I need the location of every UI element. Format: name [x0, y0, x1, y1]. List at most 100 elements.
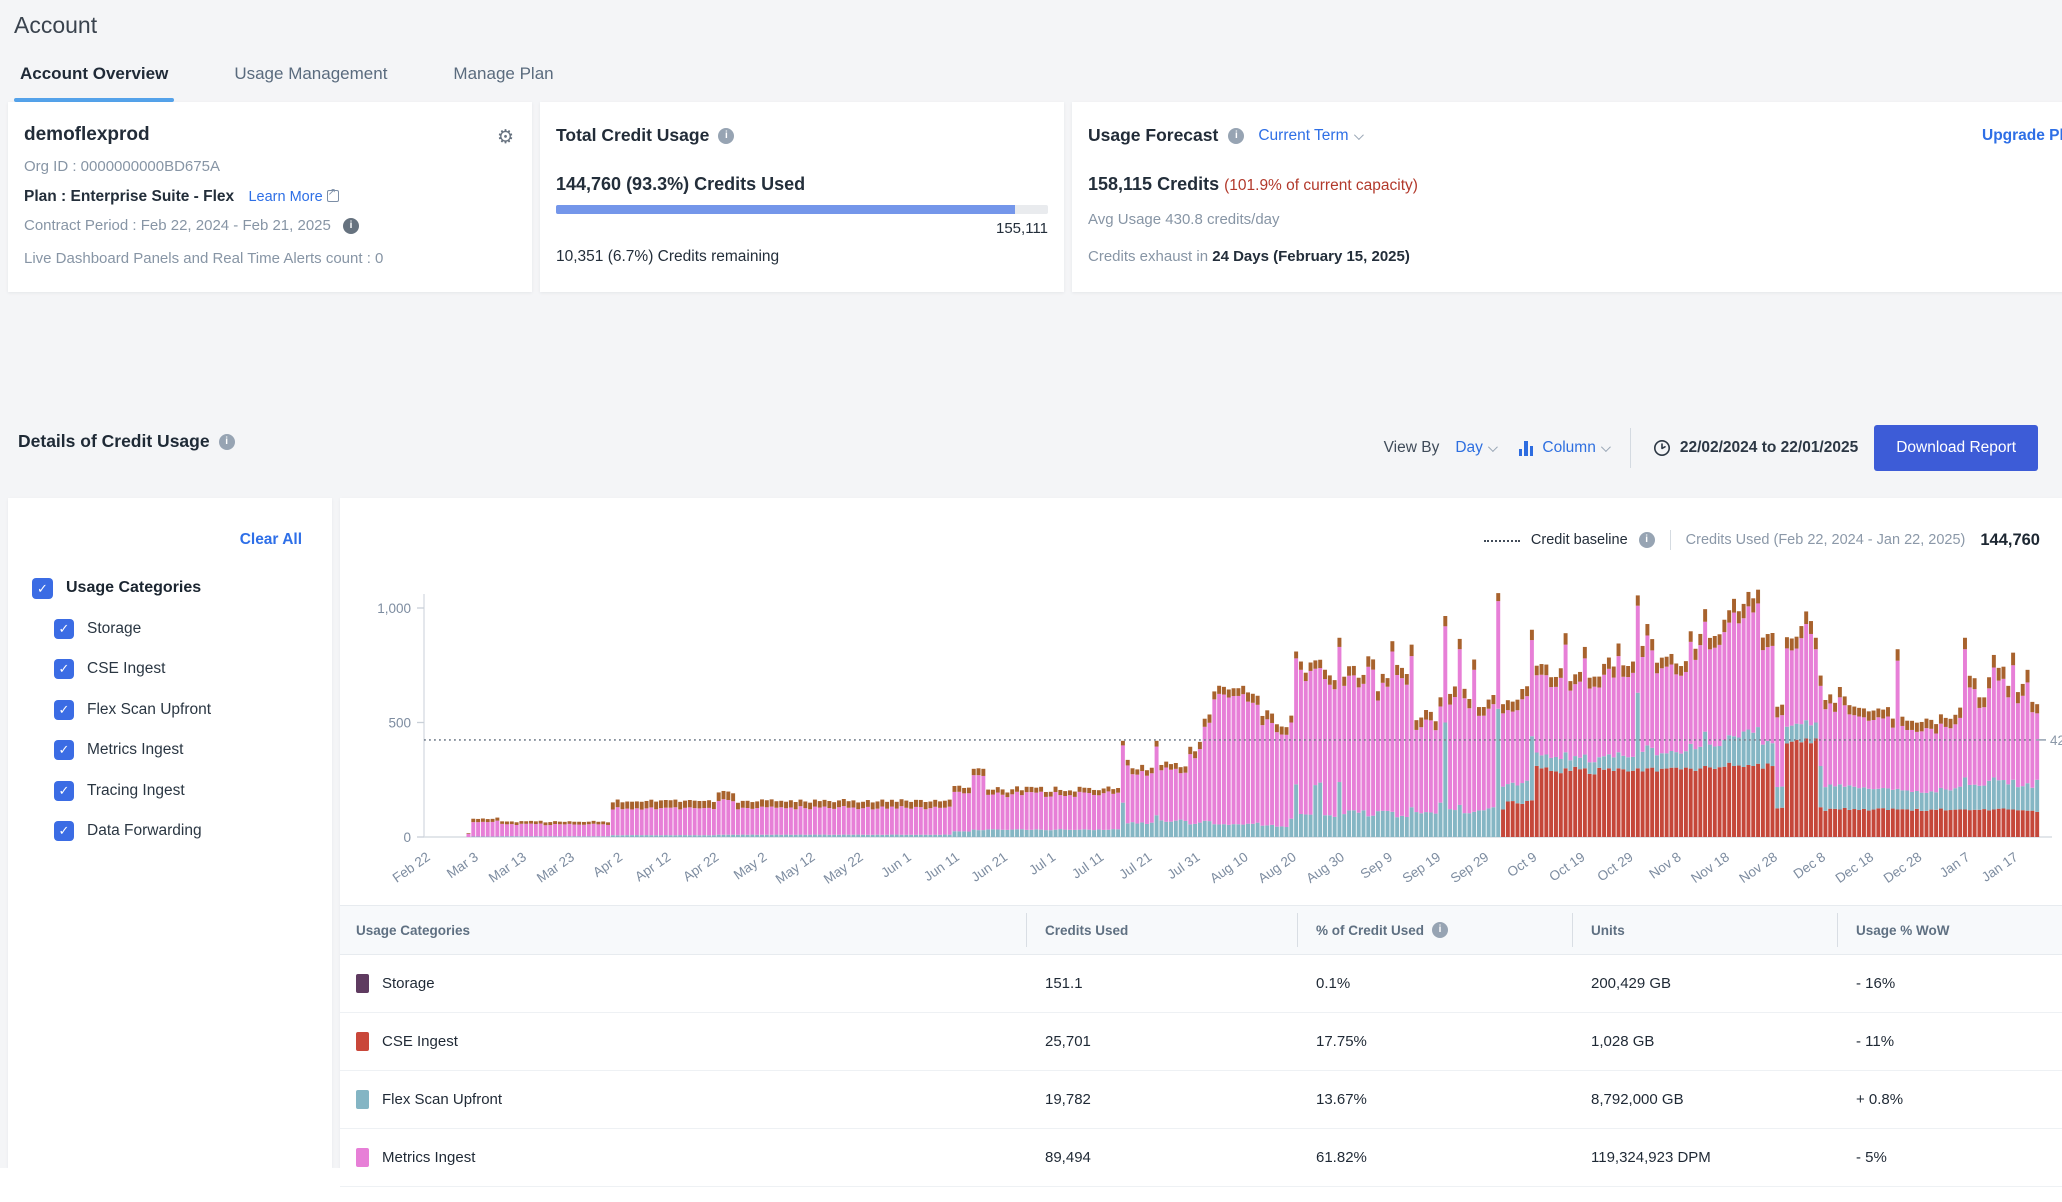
info-icon[interactable]: i: [219, 434, 235, 450]
svg-text:Jan 17: Jan 17: [1979, 849, 2021, 885]
credit-usage-chart[interactable]: 05001,000424Feb 22Mar 3Mar 13Mar 23Apr 2…: [340, 554, 2062, 899]
bottom-strip: [0, 1168, 340, 1202]
credit-progress-fill: [556, 205, 1015, 214]
svg-text:Nov 8: Nov 8: [1646, 849, 1684, 882]
current-term-dropdown[interactable]: Current Term: [1258, 127, 1360, 145]
svg-text:Jun 21: Jun 21: [968, 849, 1010, 885]
svg-text:Mar 13: Mar 13: [486, 849, 529, 885]
download-report-button[interactable]: Download Report: [1874, 425, 2038, 471]
svg-text:Jan 7: Jan 7: [1937, 849, 1973, 880]
filter-data-forwarding[interactable]: ✓ Data Forwarding: [54, 811, 211, 852]
checkbox-checked[interactable]: ✓: [54, 781, 74, 801]
view-by-label: View By: [1384, 439, 1440, 457]
table-row-flex-scan-upfront[interactable]: Flex Scan Upfront 19,782 13.67% 8,792,00…: [340, 1071, 2062, 1129]
checkbox-checked[interactable]: ✓: [54, 700, 74, 720]
clear-all-link[interactable]: Clear All: [240, 531, 302, 549]
toolbar-divider: [1630, 428, 1631, 468]
filter-storage[interactable]: ✓ Storage: [54, 609, 211, 650]
svg-text:Dec 28: Dec 28: [1881, 849, 1925, 886]
gear-icon[interactable]: ⚙: [497, 126, 514, 149]
table-row-metrics-ingest[interactable]: Metrics Ingest 89,494 61.82% 119,324,923…: [340, 1129, 2062, 1187]
check-icon: ✓: [37, 581, 48, 596]
svg-text:May 22: May 22: [821, 849, 866, 887]
details-title: Details of Credit Usage: [18, 431, 210, 452]
metrics-ingest-swatch: [356, 1148, 369, 1167]
col-units: Units: [1572, 906, 1837, 954]
svg-text:424: 424: [2050, 733, 2062, 748]
filter-metrics-ingest[interactable]: ✓ Metrics Ingest: [54, 730, 211, 771]
credit-usage-panel: Credit baseline i Credits Used (Feb 22, …: [340, 498, 2062, 1202]
credit-capacity: 155,111: [996, 220, 1048, 237]
svg-text:Mar 23: Mar 23: [534, 849, 577, 885]
checkbox-checked[interactable]: ✓: [32, 578, 53, 599]
svg-text:Jul 11: Jul 11: [1069, 849, 1106, 881]
baseline-legend-label: Credit baseline: [1531, 532, 1628, 548]
storage-swatch: [356, 974, 369, 993]
filter-usage-categories[interactable]: ✓ Usage Categories: [32, 568, 211, 609]
svg-text:Sep 9: Sep 9: [1358, 849, 1396, 882]
svg-text:1,000: 1,000: [377, 601, 411, 616]
details-toolbar: Details of Credit Usage i View By Day Co…: [0, 400, 2062, 498]
svg-text:Sep 29: Sep 29: [1448, 849, 1492, 886]
checkbox-checked[interactable]: ✓: [54, 821, 74, 841]
table-row-cse-ingest[interactable]: CSE Ingest 25,701 17.75% 1,028 GB - 11%: [340, 1013, 2062, 1071]
checkbox-checked[interactable]: ✓: [54, 619, 74, 639]
svg-text:Dec 18: Dec 18: [1833, 849, 1877, 886]
svg-text:May 2: May 2: [731, 849, 770, 882]
info-icon[interactable]: i: [1228, 128, 1244, 144]
info-icon[interactable]: i: [343, 218, 359, 234]
date-range-picker[interactable]: 22/02/2024 to 22/01/2025: [1653, 439, 1858, 457]
forecast-title: Usage Forecast: [1088, 125, 1218, 146]
svg-text:Oct 19: Oct 19: [1546, 849, 1587, 884]
info-icon[interactable]: i: [1432, 922, 1448, 938]
exhaust-value: 24 Days (February 15, 2025): [1212, 248, 1410, 265]
info-icon[interactable]: i: [718, 128, 734, 144]
checkbox-checked[interactable]: ✓: [54, 740, 74, 760]
chart-legend: Credit baseline i Credits Used (Feb 22, …: [1484, 530, 2040, 550]
filter-tracing-ingest[interactable]: ✓ Tracing Ingest: [54, 771, 211, 812]
cse-ingest-swatch: [356, 1032, 369, 1051]
check-icon: ✓: [59, 823, 70, 838]
forecast-capacity-note: (101.9% of current capacity): [1224, 177, 1418, 194]
filter-cse-ingest[interactable]: ✓ CSE Ingest: [54, 649, 211, 690]
svg-text:Jun 1: Jun 1: [878, 849, 914, 880]
filter-list: ✓ Usage Categories ✓ Storage ✓ CSE Inges…: [32, 568, 211, 852]
info-icon[interactable]: i: [1639, 532, 1655, 548]
plan-label: Plan : Enterprise Suite - Flex: [24, 188, 234, 205]
checkbox-checked[interactable]: ✓: [54, 659, 74, 679]
chart-type-dropdown[interactable]: Column: [1519, 439, 1608, 457]
learn-more-link[interactable]: Learn More: [248, 189, 322, 205]
svg-text:Apr 22: Apr 22: [680, 849, 721, 884]
svg-text:Apr 2: Apr 2: [590, 849, 625, 880]
tab-bar: Account Overview Usage Management Manage…: [14, 56, 560, 102]
col-usage-wow: Usage % WoW: [1837, 906, 2062, 954]
svg-text:Mar 3: Mar 3: [444, 849, 481, 881]
col-usage-categories: Usage Categories: [356, 906, 1026, 954]
tab-manage-plan[interactable]: Manage Plan: [447, 56, 559, 102]
external-link-icon[interactable]: [327, 190, 339, 202]
tab-account-overview[interactable]: Account Overview: [14, 56, 174, 102]
svg-text:Aug 20: Aug 20: [1255, 849, 1299, 886]
avg-usage: Avg Usage 430.8 credits/day: [1088, 211, 1280, 228]
svg-text:Dec 8: Dec 8: [1791, 849, 1829, 882]
credits-used-line: 144,760 (93.3%) Credits Used: [556, 174, 805, 195]
tab-usage-management[interactable]: Usage Management: [228, 56, 393, 102]
svg-text:Sep 19: Sep 19: [1400, 849, 1444, 886]
svg-text:Apr 12: Apr 12: [632, 849, 673, 884]
exhaust-prefix: Credits exhaust in: [1088, 248, 1208, 265]
check-icon: ✓: [59, 783, 70, 798]
org-card: demoflexprod ⚙ Org ID : 0000000000BD675A…: [8, 102, 532, 292]
view-by-dropdown[interactable]: Day: [1455, 439, 1495, 457]
filter-flex-scan-upfront[interactable]: ✓ Flex Scan Upfront: [54, 690, 211, 731]
credits-used-legend-label: Credits Used (Feb 22, 2024 - Jan 22, 202…: [1686, 532, 1966, 548]
credits-remaining: 10,351 (6.7%) Credits remaining: [556, 248, 779, 266]
check-icon: ✓: [59, 702, 70, 717]
usage-table: Usage Categories Credits Used % of Credi…: [340, 905, 2062, 1187]
upgrade-plan-link[interactable]: Upgrade Plan: [1982, 127, 2062, 145]
table-row-storage[interactable]: Storage 151.1 0.1% 200,429 GB - 16%: [340, 955, 2062, 1013]
credit-progress-bar: [556, 205, 1048, 214]
org-name: demoflexprod: [24, 124, 150, 146]
credits-used-total: 144,760: [1980, 531, 2040, 550]
check-icon: ✓: [59, 621, 70, 636]
col-credits-used: Credits Used: [1026, 906, 1297, 954]
